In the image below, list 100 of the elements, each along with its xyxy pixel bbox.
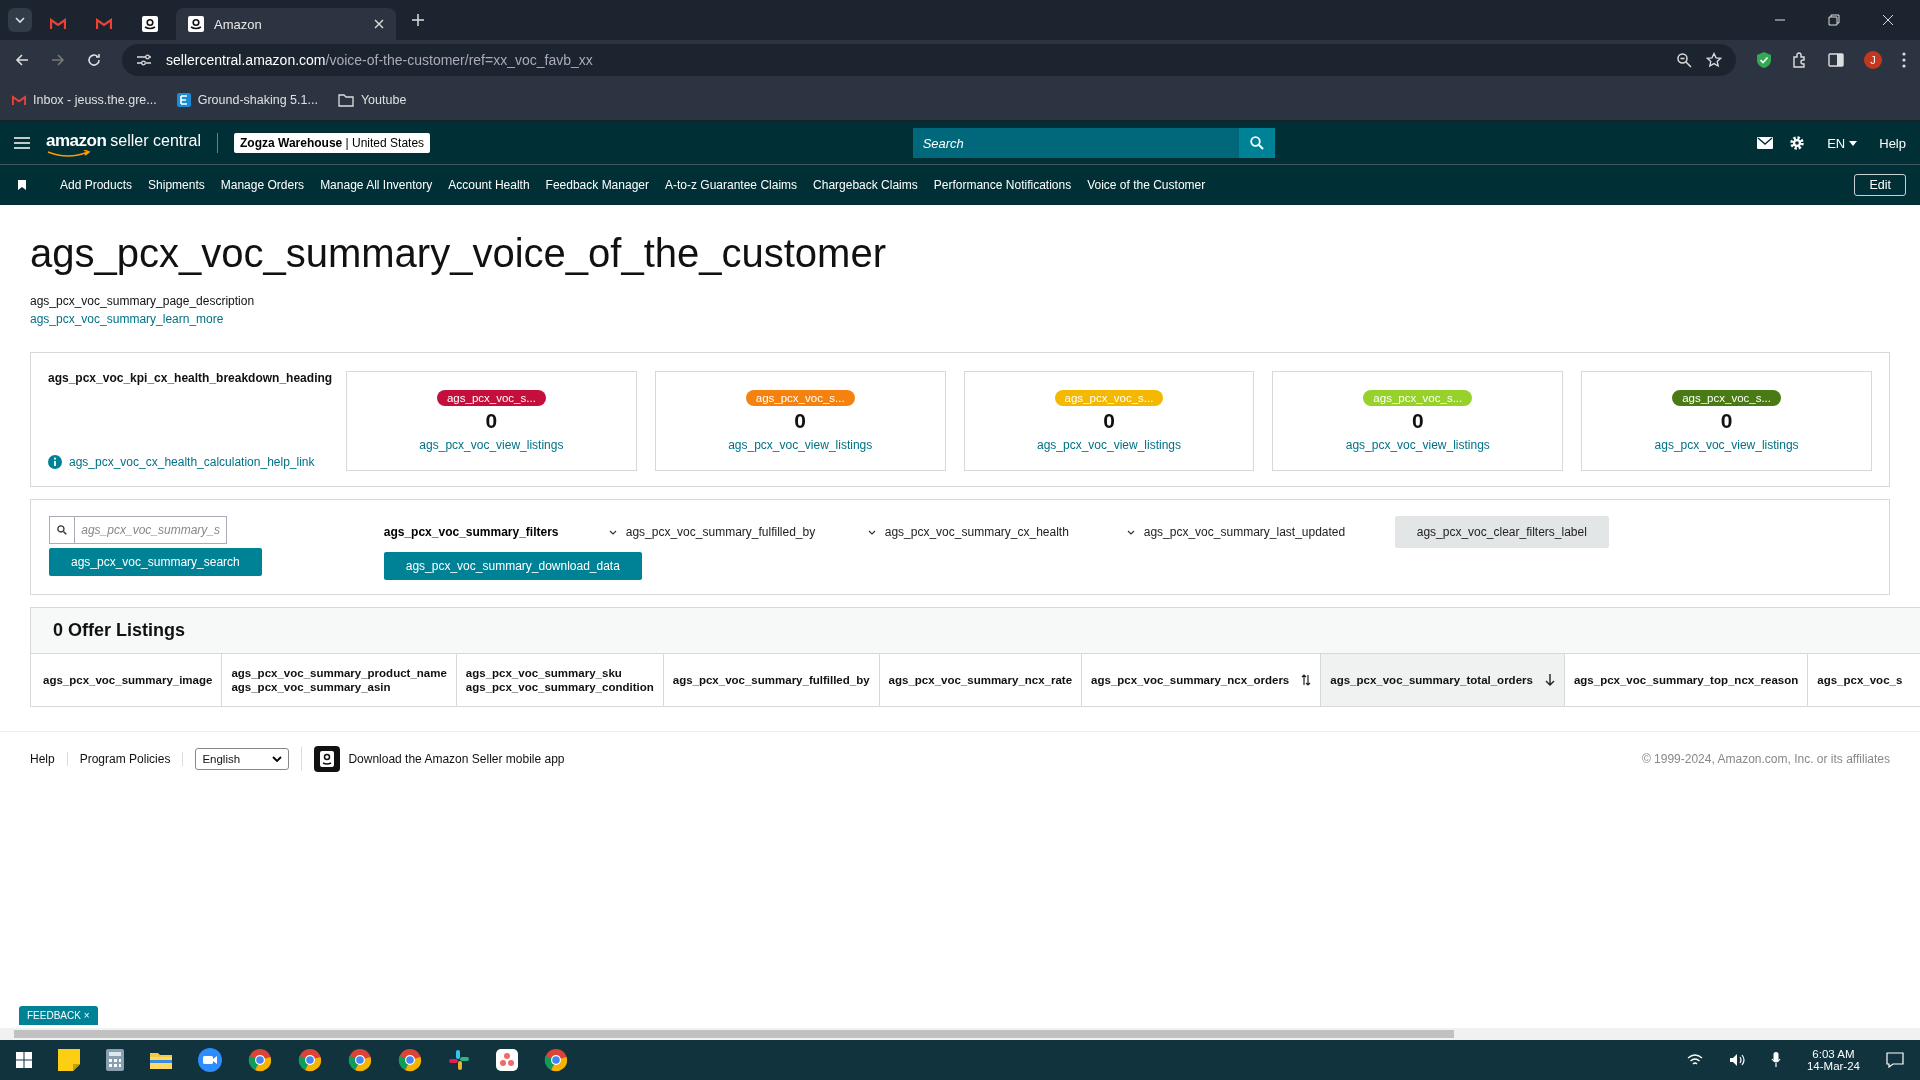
view-listings-link[interactable]: ags_pcx_voc_view_listings: [419, 438, 564, 452]
three-dots-icon[interactable]: [496, 1049, 518, 1071]
app-download-link[interactable]: Download the Amazon Seller mobile app: [348, 752, 565, 766]
learn-more-link[interactable]: ags_pcx_voc_summary_learn_more: [30, 312, 1920, 326]
view-listings-link[interactable]: ags_pcx_voc_view_listings: [1345, 438, 1490, 452]
reload-icon[interactable]: [86, 52, 102, 68]
settings-icon[interactable]: [1789, 135, 1806, 151]
view-listings-link[interactable]: ags_pcx_voc_view_listings: [728, 438, 873, 452]
down-arrow-icon[interactable]: [1544, 674, 1555, 686]
nav-link[interactable]: Voice of the Customer: [1087, 178, 1206, 192]
bookmark-icon[interactable]: [18, 180, 26, 190]
nav-link[interactable]: Add Products: [60, 178, 133, 192]
search-field[interactable]: ags_pcx_voc_summary_s: [49, 516, 227, 544]
footer-link[interactable]: Help: [18, 752, 68, 766]
bookmark[interactable]: Inbox - jeuss.the.gre...: [12, 93, 157, 107]
tab-list-button[interactable]: [8, 8, 32, 32]
edit-button[interactable]: Edit: [1854, 174, 1906, 196]
filter-dropdown[interactable]: ags_pcx_voc_summary_cx_health: [867, 525, 1127, 539]
folder-icon[interactable]: [150, 1051, 172, 1069]
health-badge: ags_pcx_voc_s...: [1054, 390, 1164, 406]
health-badge: ags_pcx_voc_s...: [436, 390, 546, 406]
smile-logo-icon: [188, 16, 204, 32]
search-button[interactable]: ags_pcx_voc_summary_search: [49, 548, 262, 576]
more-icon[interactable]: [1902, 52, 1906, 68]
nav-link[interactable]: Chargeback Claims: [813, 178, 918, 192]
footer-link[interactable]: Program Policies: [67, 752, 184, 766]
shield-icon[interactable]: [1756, 51, 1772, 69]
address-bar[interactable]: sellercentral.amazon.com/voice-of-the-customer/ref=xx_voc_favb_xx: [122, 44, 1736, 76]
nav-link[interactable]: Shipments: [148, 178, 205, 192]
browser-icon[interactable]: [398, 1048, 422, 1072]
browser-icon[interactable]: [298, 1048, 322, 1072]
health-badge: ags_pcx_voc_s...: [745, 390, 855, 406]
chevron-icon: [1126, 529, 1135, 535]
mail-icon: [96, 18, 112, 30]
site-settings-icon[interactable]: [136, 53, 152, 67]
nav-link[interactable]: Feedback Manager: [545, 178, 649, 192]
bookmark[interactable]: Ground-shaking 5.1...: [176, 93, 318, 107]
search-icon: [1249, 136, 1264, 150]
column-header[interactable]: ags_pcx_voc_summary_total_orders: [1321, 654, 1565, 706]
feedback-button[interactable]: FEEDBACK ×: [19, 1006, 98, 1025]
close-icon[interactable]: [1882, 14, 1894, 26]
nav-link[interactable]: Manage Orders: [220, 178, 305, 192]
browser-icon[interactable]: [348, 1048, 372, 1072]
view-listings-link[interactable]: ags_pcx_voc_view_listings: [1654, 438, 1799, 452]
store-selector[interactable]: Zogza Warehouse | United States: [234, 133, 431, 153]
bookmark[interactable]: Youtube: [337, 93, 407, 107]
language-select[interactable]: English: [195, 748, 290, 770]
speaker-icon[interactable]: [1728, 1053, 1745, 1067]
browser-icon[interactable]: [248, 1048, 272, 1072]
language-menu[interactable]: EN: [1821, 134, 1864, 152]
close-icon[interactable]: ×: [83, 1010, 90, 1021]
back-arrow-icon[interactable]: [14, 52, 30, 68]
browser-tab[interactable]: Amazon: [176, 8, 396, 40]
video-camera-icon[interactable]: [198, 1048, 222, 1072]
clock[interactable]: 6:03 AM 14-Mar-24: [1806, 1048, 1860, 1072]
nav-link[interactable]: Manage All Inventory: [320, 178, 433, 192]
zoom-icon[interactable]: [1676, 52, 1692, 68]
microphone-icon[interactable]: [1770, 1052, 1781, 1068]
health-badge: ags_pcx_voc_s...: [1363, 390, 1473, 406]
sort-icon[interactable]: [1301, 674, 1312, 686]
nav-link[interactable]: Performance Notifications: [933, 178, 1072, 192]
search-button[interactable]: [1238, 128, 1275, 158]
nav-link[interactable]: Account Health: [448, 178, 530, 192]
clear-filters-button[interactable]: ags_pcx_voc_clear_filters_label: [1394, 516, 1609, 548]
filter-dropdown[interactable]: ags_pcx_voc_summary_last_updated: [1126, 525, 1379, 539]
column-header: ags_pcx_voc_summary_fulfilled_by: [663, 654, 880, 706]
filter-dropdown[interactable]: ags_pcx_voc_summary_fulfilled_by: [608, 525, 868, 539]
help-link[interactable]: Help: [1879, 135, 1906, 151]
profile-avatar[interactable]: J: [1864, 51, 1882, 69]
nav-link[interactable]: A-to-z Guarantee Claims: [665, 178, 798, 192]
mail-icon: [50, 18, 66, 30]
wifi-icon[interactable]: [1686, 1054, 1703, 1066]
view-listings-link[interactable]: ags_pcx_voc_view_listings: [1036, 438, 1182, 452]
forward-arrow-icon[interactable]: [50, 52, 66, 68]
sticky-note-icon[interactable]: [58, 1049, 80, 1071]
help-link[interactable]: ags_pcx_voc_cx_health_calculation_help_link: [69, 455, 315, 469]
browser-icon[interactable]: [544, 1048, 568, 1072]
calculator-icon[interactable]: [106, 1049, 124, 1071]
search-field[interactable]: Search: [912, 128, 1239, 158]
app-logo-icon: [314, 746, 341, 772]
restore-icon[interactable]: [1828, 14, 1840, 26]
listing-count: 0: [1411, 409, 1424, 433]
column-header: ags_pcx_voc_summary_ncx_rate: [879, 654, 1083, 706]
puzzle-icon[interactable]: [1792, 52, 1808, 68]
horizontal-scrollbar[interactable]: [0, 1028, 1920, 1040]
column-header: ags_pcx_voc_summary_top_ncx_reason: [1564, 654, 1809, 706]
plus-icon[interactable]: [412, 14, 424, 26]
column-header: ags_pcx_voc_s: [1816, 673, 1903, 688]
close-icon[interactable]: [374, 19, 384, 29]
download-button[interactable]: ags_pcx_voc_summary_download_data: [383, 552, 642, 580]
menu-icon[interactable]: [14, 137, 30, 149]
info-icon: [48, 455, 62, 469]
star-icon[interactable]: [1706, 52, 1722, 68]
pinwheel-icon[interactable]: [448, 1049, 470, 1071]
envelope-icon[interactable]: [1757, 137, 1774, 149]
side-panel-icon[interactable]: [1828, 53, 1844, 67]
notification-icon[interactable]: [1886, 1052, 1904, 1068]
seller-central-logo[interactable]: amazon seller central: [46, 131, 201, 155]
page-title: ags_pcx_voc_summary_voice_of_the_customer: [30, 231, 887, 276]
windows-logo-icon[interactable]: [16, 1052, 32, 1068]
